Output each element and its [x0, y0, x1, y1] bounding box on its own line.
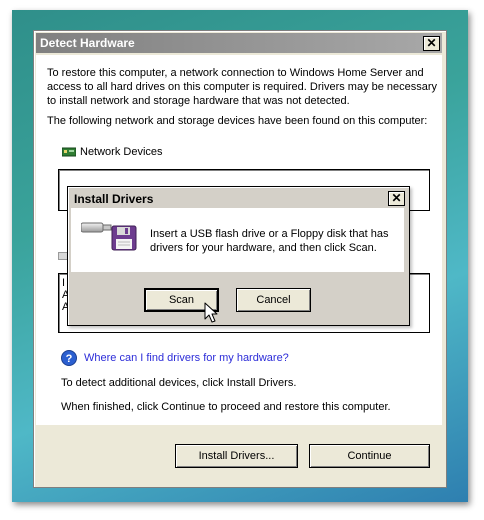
intro-text-line-2: access to all hard drives on this comput… [47, 81, 438, 93]
install-drivers-dialog: Install Drivers ✕ Insert a USB flash dri… [67, 186, 410, 326]
dialog-title-bar: Install Drivers ✕ [71, 190, 405, 207]
detect-devices-text: To detect additional devices, click Inst… [61, 377, 297, 389]
dialog-message-line-1: Insert a USB flash drive or a Floppy dis… [150, 228, 389, 240]
devices-found-text: The following network and storage device… [47, 115, 428, 127]
close-icon[interactable]: ✕ [388, 191, 405, 206]
finish-instructions-text: When finished, click Continue to proceed… [61, 401, 391, 413]
usb-drive-icon [81, 222, 112, 233]
install-drivers-button[interactable]: Install Drivers... [175, 444, 298, 468]
help-icon: ? [61, 350, 77, 366]
intro-text-line-3: to install network and storage hardware … [47, 95, 350, 107]
title-bar: Detect Hardware ✕ [36, 33, 442, 53]
network-devices-label: Network Devices [80, 146, 163, 158]
intro-text-line-1: To restore this computer, a network conn… [47, 67, 424, 79]
close-icon[interactable]: ✕ [423, 36, 440, 51]
svg-text:?: ? [66, 353, 73, 365]
help-link[interactable]: Where can I find drivers for my hardware… [84, 351, 289, 365]
cancel-button[interactable]: Cancel [236, 288, 311, 312]
window-title: Detect Hardware [40, 36, 135, 50]
dialog-title: Install Drivers [74, 192, 154, 206]
continue-button[interactable]: Continue [309, 444, 430, 468]
network-card-icon [62, 147, 76, 157]
floppy-disk-icon [111, 225, 137, 251]
mouse-cursor-icon [204, 302, 218, 323]
dialog-message-line-2: drivers for your hardware, and then clic… [150, 242, 377, 254]
dialog-body: Insert a USB flash drive or a Floppy dis… [71, 208, 404, 272]
